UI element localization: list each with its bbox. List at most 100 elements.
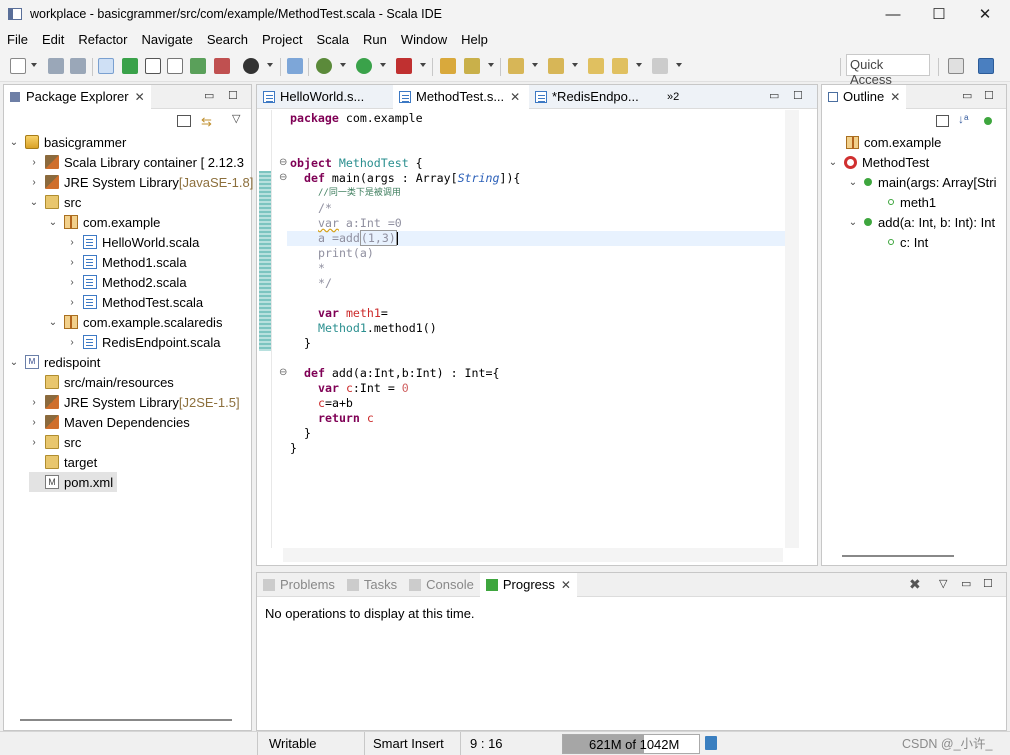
toggle-mark-occurrences-icon[interactable]: [98, 58, 114, 74]
tree-item-jre-library-2[interactable]: › JRE System Library [J2SE-1.5]: [29, 392, 239, 412]
code-line-13[interactable]: var meth1=: [318, 306, 388, 321]
more-tabs-button[interactable]: »2: [667, 91, 679, 103]
last-edit-icon[interactable]: [588, 58, 604, 74]
maximize-icon[interactable]: ☐: [983, 577, 993, 590]
menu-window[interactable]: Window: [394, 32, 454, 47]
code-line-9[interactable]: print(a): [318, 246, 374, 261]
tab-helloworld[interactable]: HelloWorld.s...: [257, 85, 393, 109]
outline-item-main[interactable]: ⌄ main(args: Array[Stri: [848, 172, 997, 192]
server-icon[interactable]: [243, 58, 259, 74]
link-with-editor-icon[interactable]: ⇆: [201, 114, 212, 130]
collapse-all-icon[interactable]: [936, 115, 949, 127]
menu-refactor[interactable]: Refactor: [71, 32, 134, 47]
maximize-icon[interactable]: ☐: [984, 89, 994, 102]
code-line-21[interactable]: }: [304, 426, 311, 441]
code-line-17[interactable]: def add(a:Int,b:Int) : Int={: [304, 366, 499, 381]
tree-item-redispoint[interactable]: ⌄ Mredispoint: [9, 352, 101, 372]
code-line-4[interactable]: def main(args : Array[String]){: [304, 171, 520, 186]
code-line-14[interactable]: Method1.method1(): [318, 321, 437, 336]
tab-problems[interactable]: Problems: [257, 573, 341, 597]
tree-item-target[interactable]: target: [29, 452, 97, 472]
run-icon[interactable]: [356, 58, 372, 74]
code-line-1[interactable]: package com.example: [290, 111, 423, 126]
tab-redisendpoint[interactable]: *RedisEndpo...: [529, 85, 665, 109]
code-line-11[interactable]: */: [318, 276, 332, 291]
open-type-icon[interactable]: [440, 58, 456, 74]
code-line-6[interactable]: /*: [318, 201, 332, 216]
fold-icon[interactable]: ⊖: [279, 367, 287, 378]
new-scala-object-icon[interactable]: [190, 58, 206, 74]
menu-scala[interactable]: Scala: [309, 32, 356, 47]
view-menu-icon[interactable]: ▽: [939, 577, 947, 590]
tree-item-jre-library[interactable]: › JRE System Library [JavaSE-1.8]: [29, 172, 253, 192]
tree-item-com-example-scalaredis[interactable]: ⌄ com.example.scalaredis: [48, 312, 223, 332]
tab-tasks[interactable]: Tasks: [341, 573, 403, 597]
tree-item-method1[interactable]: › Method1.scala: [67, 252, 186, 272]
close-icon[interactable]: ✕: [561, 578, 571, 592]
horizontal-scrollbar[interactable]: [842, 555, 954, 557]
hide-fields-icon[interactable]: [984, 117, 992, 125]
tree-item-maven-dependencies[interactable]: › Maven Dependencies: [29, 412, 189, 432]
close-icon[interactable]: ✕: [135, 90, 145, 104]
code-line-3[interactable]: object MethodTest {: [290, 156, 423, 171]
tree-item-src-2[interactable]: › src: [29, 432, 81, 452]
outline-item-methodtest[interactable]: ⌄ MethodTest: [828, 152, 929, 172]
menu-navigate[interactable]: Navigate: [135, 32, 200, 47]
maximize-button[interactable]: ☐: [916, 0, 962, 28]
outline-item-add[interactable]: ⌄ add(a: Int, b: Int): Int: [848, 212, 995, 232]
menu-edit[interactable]: Edit: [35, 32, 71, 47]
tree-item-helloworld[interactable]: › HelloWorld.scala: [67, 232, 199, 252]
tree-item-scala-library[interactable]: › Scala Library container [ 2.12.3: [29, 152, 244, 172]
scala-interpreter-icon[interactable]: [167, 58, 183, 74]
collapse-all-icon[interactable]: [177, 115, 191, 127]
horizontal-scrollbar[interactable]: [20, 719, 232, 721]
close-icon[interactable]: ✕: [510, 90, 520, 104]
tree-item-src-main-resources[interactable]: src/main/resources: [29, 372, 174, 392]
debug-icon[interactable]: [316, 58, 332, 74]
toggle-block-selection-icon[interactable]: [122, 58, 138, 74]
previous-annotation-icon[interactable]: [548, 58, 564, 74]
maximize-icon[interactable]: ☐: [228, 89, 238, 102]
skip-breakpoints-icon[interactable]: [287, 58, 303, 74]
tree-item-com-example[interactable]: ⌄ com.example: [48, 212, 161, 232]
forward-icon[interactable]: [652, 58, 668, 74]
minimize-icon[interactable]: ▭: [769, 89, 779, 102]
minimize-icon[interactable]: ▭: [204, 89, 214, 102]
open-perspective-icon[interactable]: [948, 58, 964, 74]
menu-file[interactable]: File: [0, 32, 35, 47]
search-icon[interactable]: [464, 58, 480, 74]
code-line-10[interactable]: *: [318, 261, 325, 276]
tree-item-pom-xml[interactable]: Mpom.xml: [29, 472, 118, 492]
minimize-icon[interactable]: ▭: [961, 577, 971, 590]
show-whitespace-icon[interactable]: [145, 58, 161, 74]
tab-methodtest[interactable]: MethodTest.s... ✕: [393, 84, 529, 109]
fold-icon[interactable]: ⊖: [279, 172, 287, 183]
code-line-5[interactable]: //同一类下是被调用: [318, 186, 401, 201]
tab-console[interactable]: Console: [403, 573, 480, 597]
next-annotation-icon[interactable]: [508, 58, 524, 74]
tree-item-methodtest[interactable]: › MethodTest.scala: [67, 292, 203, 312]
menu-project[interactable]: Project: [255, 32, 309, 47]
new-icon[interactable]: [10, 58, 26, 74]
outline-item-c[interactable]: c: Int: [888, 232, 928, 252]
outline-item-package[interactable]: com.example: [846, 132, 941, 152]
close-icon[interactable]: ✕: [890, 90, 900, 104]
code-line-20[interactable]: return c: [318, 411, 374, 426]
menu-search[interactable]: Search: [200, 32, 255, 47]
heap-status[interactable]: 621M of 1042M: [562, 734, 700, 754]
tab-outline[interactable]: Outline ✕: [822, 84, 907, 109]
vertical-scrollbar[interactable]: [785, 110, 799, 548]
minimize-button[interactable]: —: [870, 0, 916, 28]
code-line-8[interactable]: a =add(1,3): [318, 230, 398, 246]
run-last-tool-icon[interactable]: [396, 58, 412, 74]
code-line-22[interactable]: }: [290, 441, 297, 456]
save-icon[interactable]: [48, 58, 64, 74]
code-line-15[interactable]: }: [304, 336, 311, 351]
minimize-icon[interactable]: ▭: [962, 89, 972, 102]
code-line-19[interactable]: c=a+b: [318, 396, 353, 411]
menu-run[interactable]: Run: [356, 32, 394, 47]
code-line-18[interactable]: var c:Int = 0: [318, 381, 409, 396]
menu-help[interactable]: Help: [454, 32, 495, 47]
tab-progress[interactable]: Progress ✕: [479, 572, 577, 597]
maximize-icon[interactable]: ☐: [793, 89, 803, 102]
